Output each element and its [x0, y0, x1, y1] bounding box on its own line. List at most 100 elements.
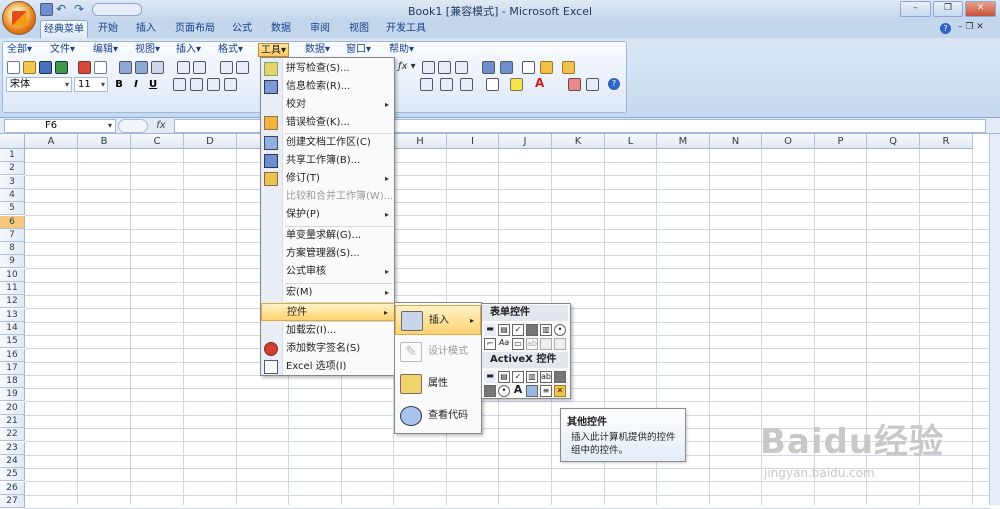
- pivot-icon[interactable]: [500, 61, 513, 74]
- menu-edit[interactable]: 编辑▾: [93, 43, 118, 57]
- activex-option-icon[interactable]: •: [498, 385, 510, 397]
- row-header-5[interactable]: 5: [0, 202, 25, 216]
- font-size-combo[interactable]: 11: [74, 77, 108, 92]
- menu-item-addins[interactable]: 加载宏(I)...: [261, 322, 395, 340]
- name-box[interactable]: F6: [4, 119, 116, 133]
- activex-checkbox-icon[interactable]: ✓: [512, 371, 524, 383]
- menu-view[interactable]: 视图▾: [135, 43, 160, 57]
- fill-color-icon[interactable]: [510, 78, 523, 91]
- increase-indent-icon[interactable]: [440, 78, 453, 91]
- select-all-corner[interactable]: [0, 134, 25, 149]
- column-header-j[interactable]: J: [499, 134, 552, 149]
- row-header-25[interactable]: 25: [0, 468, 25, 482]
- activex-spin-icon[interactable]: [484, 385, 496, 397]
- ribbon-minimize-icon[interactable]: – ❐ ✕: [958, 22, 984, 32]
- pdf-icon[interactable]: [78, 61, 91, 74]
- column-header-i[interactable]: I: [447, 134, 499, 149]
- row-header-21[interactable]: 21: [0, 415, 25, 428]
- undo-icon[interactable]: ↶: [56, 2, 66, 16]
- column-header-d[interactable]: D: [184, 134, 237, 149]
- italic-button[interactable]: I: [130, 78, 142, 91]
- column-header-b[interactable]: B: [78, 134, 131, 149]
- menu-item-scenario-manager[interactable]: 方案管理器(S)...: [261, 245, 395, 263]
- menu-item-digital-signature[interactable]: 添加数字签名(S): [261, 340, 395, 358]
- submenu-item-insert[interactable]: 插入 ▸: [395, 305, 481, 335]
- menu-item-excel-options[interactable]: Excel 选项(I): [261, 358, 395, 376]
- submenu-item-view-code[interactable]: 查看代码: [395, 401, 481, 431]
- row-header-26[interactable]: 26: [0, 481, 25, 495]
- align-left-icon[interactable]: [173, 78, 186, 91]
- column-header-h[interactable]: H: [394, 134, 447, 149]
- row-header-3[interactable]: 3: [0, 175, 25, 189]
- tab-home[interactable]: 开始: [92, 20, 124, 38]
- row-header-8[interactable]: 8: [0, 242, 25, 256]
- row-header-4[interactable]: 4: [0, 188, 25, 202]
- column-header-c[interactable]: C: [131, 134, 184, 149]
- autofilter-icon[interactable]: [455, 61, 468, 74]
- row-header-10[interactable]: 10: [0, 268, 25, 282]
- row-header-17[interactable]: 17: [0, 361, 25, 375]
- copy-icon[interactable]: [236, 61, 249, 74]
- font-name-combo[interactable]: 宋体: [6, 77, 72, 92]
- row-header-18[interactable]: 18: [0, 375, 25, 389]
- chart-icon[interactable]: [482, 61, 495, 74]
- row-header-14[interactable]: 14: [0, 321, 25, 335]
- row-header-24[interactable]: 24: [0, 454, 25, 468]
- menu-all[interactable]: 全部▾: [7, 43, 32, 57]
- align-center-icon[interactable]: [190, 78, 203, 91]
- activex-image-icon[interactable]: [526, 385, 538, 397]
- submenu-item-properties[interactable]: 属性: [395, 369, 481, 399]
- menu-data[interactable]: 数据▾: [305, 43, 330, 57]
- option-button-control-icon[interactable]: •: [554, 324, 566, 336]
- activex-scrollbar-icon[interactable]: [554, 371, 566, 383]
- format-painter-icon[interactable]: [568, 78, 581, 91]
- column-header-p[interactable]: P: [815, 134, 867, 149]
- row-header-23[interactable]: 23: [0, 441, 25, 455]
- activex-combo-icon[interactable]: ▤: [498, 371, 510, 383]
- list-box-control-icon[interactable]: ▥: [540, 324, 552, 336]
- row-header-11[interactable]: 11: [0, 282, 25, 295]
- research-tb-icon[interactable]: [193, 61, 206, 74]
- row-header-12[interactable]: 12: [0, 295, 25, 309]
- column-header-r[interactable]: R: [920, 134, 973, 149]
- tab-review[interactable]: 审阅: [304, 20, 336, 38]
- label-control-icon[interactable]: Aa: [498, 338, 510, 350]
- tab-view[interactable]: 视图: [343, 20, 375, 38]
- row-header-1[interactable]: 1: [0, 149, 25, 162]
- print-icon[interactable]: [119, 61, 132, 74]
- office-button[interactable]: [2, 1, 36, 35]
- permission-icon[interactable]: [55, 61, 68, 74]
- activex-label-icon[interactable]: A: [512, 384, 524, 397]
- menu-item-formula-auditing[interactable]: 公式审核 ▸: [261, 263, 395, 281]
- qat-customize-icon[interactable]: [92, 3, 142, 16]
- redo-icon[interactable]: ↷: [74, 2, 84, 16]
- menu-window[interactable]: 窗口▾: [346, 43, 371, 57]
- style-icon[interactable]: [540, 61, 553, 74]
- tab-page-layout[interactable]: 页面布局: [170, 20, 220, 38]
- sort-asc-icon[interactable]: [422, 61, 435, 74]
- column-header-k[interactable]: K: [552, 134, 605, 149]
- save-icon[interactable]: [40, 3, 53, 16]
- save-tb-icon[interactable]: [39, 61, 52, 74]
- zoom-icon[interactable]: [586, 78, 599, 91]
- restore-icon[interactable]: ❐: [932, 1, 964, 17]
- help-tb-icon[interactable]: ?: [608, 78, 620, 90]
- spell-tb-icon[interactable]: [177, 61, 190, 74]
- menu-item-macro[interactable]: 宏(M) ▸: [261, 284, 395, 302]
- column-header-m[interactable]: M: [657, 134, 710, 149]
- activex-toggle-icon[interactable]: ≡: [540, 385, 552, 397]
- tab-data[interactable]: 数据: [265, 20, 297, 38]
- activex-textbox-icon[interactable]: ab: [540, 371, 552, 383]
- row-header-27[interactable]: 27: [0, 494, 25, 508]
- row-header-20[interactable]: 20: [0, 401, 25, 415]
- preview-icon[interactable]: [151, 61, 164, 74]
- underline-button[interactable]: U: [147, 78, 159, 91]
- tab-classic-menu[interactable]: 经典菜单: [40, 20, 88, 38]
- scroll-bar-control-icon[interactable]: ▭: [512, 338, 524, 350]
- more-controls-icon[interactable]: ✕: [554, 385, 566, 397]
- cut-icon[interactable]: [220, 61, 233, 74]
- bold-button[interactable]: B: [113, 78, 125, 91]
- menu-tools[interactable]: 工具▾: [258, 43, 290, 57]
- group-box-control-icon[interactable]: ⌐: [484, 338, 496, 350]
- column-header-o[interactable]: O: [762, 134, 815, 149]
